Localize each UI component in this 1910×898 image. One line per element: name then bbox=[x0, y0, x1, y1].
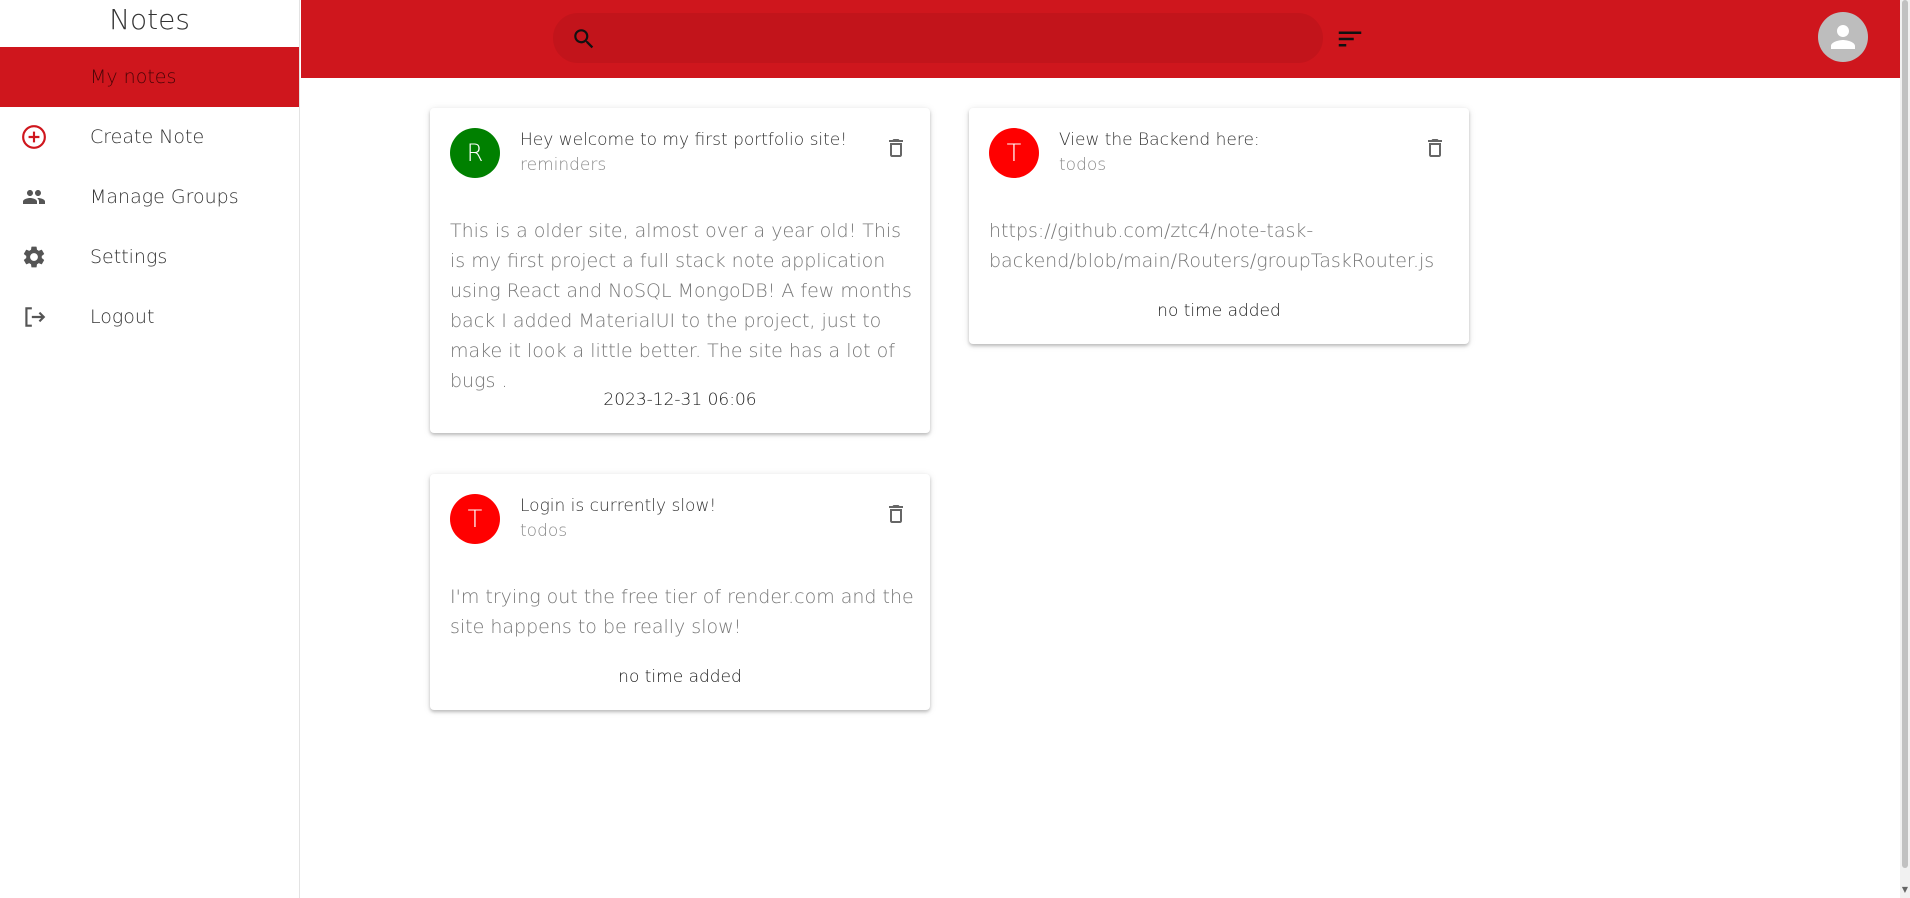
scrollbar-thumb[interactable] bbox=[1902, 0, 1908, 868]
account-avatar[interactable] bbox=[1818, 12, 1868, 62]
sidebar-item-create-note[interactable]: Create Note bbox=[0, 107, 299, 167]
add-circle-icon bbox=[20, 125, 48, 149]
note-group: reminders bbox=[520, 155, 607, 175]
sidebar-item-my-notes[interactable]: My notes bbox=[0, 47, 299, 107]
scroll-down-arrow-icon[interactable]: ▼ bbox=[1901, 886, 1909, 894]
sidebar: Notes My notes Create Note Manage Groups… bbox=[0, 0, 300, 898]
delete-icon[interactable] bbox=[884, 135, 908, 161]
person-icon bbox=[1831, 25, 1855, 49]
sidebar-item-label: Settings bbox=[90, 246, 168, 268]
note-time: no time added bbox=[618, 667, 742, 687]
sidebar-item-label: My notes bbox=[90, 66, 177, 88]
search-bar[interactable] bbox=[553, 13, 1323, 63]
note-time: 2023-12-31 06:06 bbox=[603, 390, 757, 410]
delete-icon[interactable] bbox=[884, 501, 908, 527]
search-input[interactable] bbox=[613, 13, 1303, 63]
note-avatar: T bbox=[450, 494, 500, 544]
note-body: This is a older site, almost over a year… bbox=[450, 220, 912, 392]
note-title: Hey welcome to my first portfolio site! bbox=[520, 130, 848, 150]
logout-icon bbox=[20, 305, 48, 329]
top-app-bar bbox=[301, 0, 1910, 78]
sort-filter-icon[interactable] bbox=[1335, 24, 1365, 54]
gear-icon bbox=[20, 245, 48, 269]
sidebar-item-label: Manage Groups bbox=[90, 186, 239, 208]
app-title: Notes bbox=[109, 3, 190, 36]
sidebar-item-settings[interactable]: Settings bbox=[0, 227, 299, 287]
search-icon bbox=[571, 26, 597, 52]
delete-icon[interactable] bbox=[1423, 135, 1447, 161]
sidebar-item-logout[interactable]: Logout bbox=[0, 287, 299, 347]
note-group: todos bbox=[1059, 155, 1107, 175]
note-avatar: T bbox=[989, 128, 1039, 178]
note-body: https://github.com/ztc4/note-task-backen… bbox=[989, 220, 1435, 272]
note-card[interactable]: T Login is currently slow! todos I'm try… bbox=[430, 474, 930, 710]
note-body: I'm trying out the free tier of render.c… bbox=[450, 586, 914, 638]
page-scrollbar[interactable]: ▼ bbox=[1900, 0, 1910, 898]
note-group: todos bbox=[520, 521, 568, 541]
sidebar-item-label: Logout bbox=[90, 306, 155, 328]
sidebar-item-label: Create Note bbox=[90, 126, 205, 148]
note-time: no time added bbox=[1157, 301, 1281, 321]
note-title: View the Backend here: bbox=[1059, 130, 1260, 150]
note-avatar: R bbox=[450, 128, 500, 178]
sidebar-item-manage-groups[interactable]: Manage Groups bbox=[0, 167, 299, 227]
note-card[interactable]: R Hey welcome to my first portfolio site… bbox=[430, 108, 930, 433]
note-card[interactable]: T View the Backend here: todos https://g… bbox=[969, 108, 1469, 344]
note-title: Login is currently slow! bbox=[520, 496, 717, 516]
people-icon bbox=[20, 185, 48, 209]
